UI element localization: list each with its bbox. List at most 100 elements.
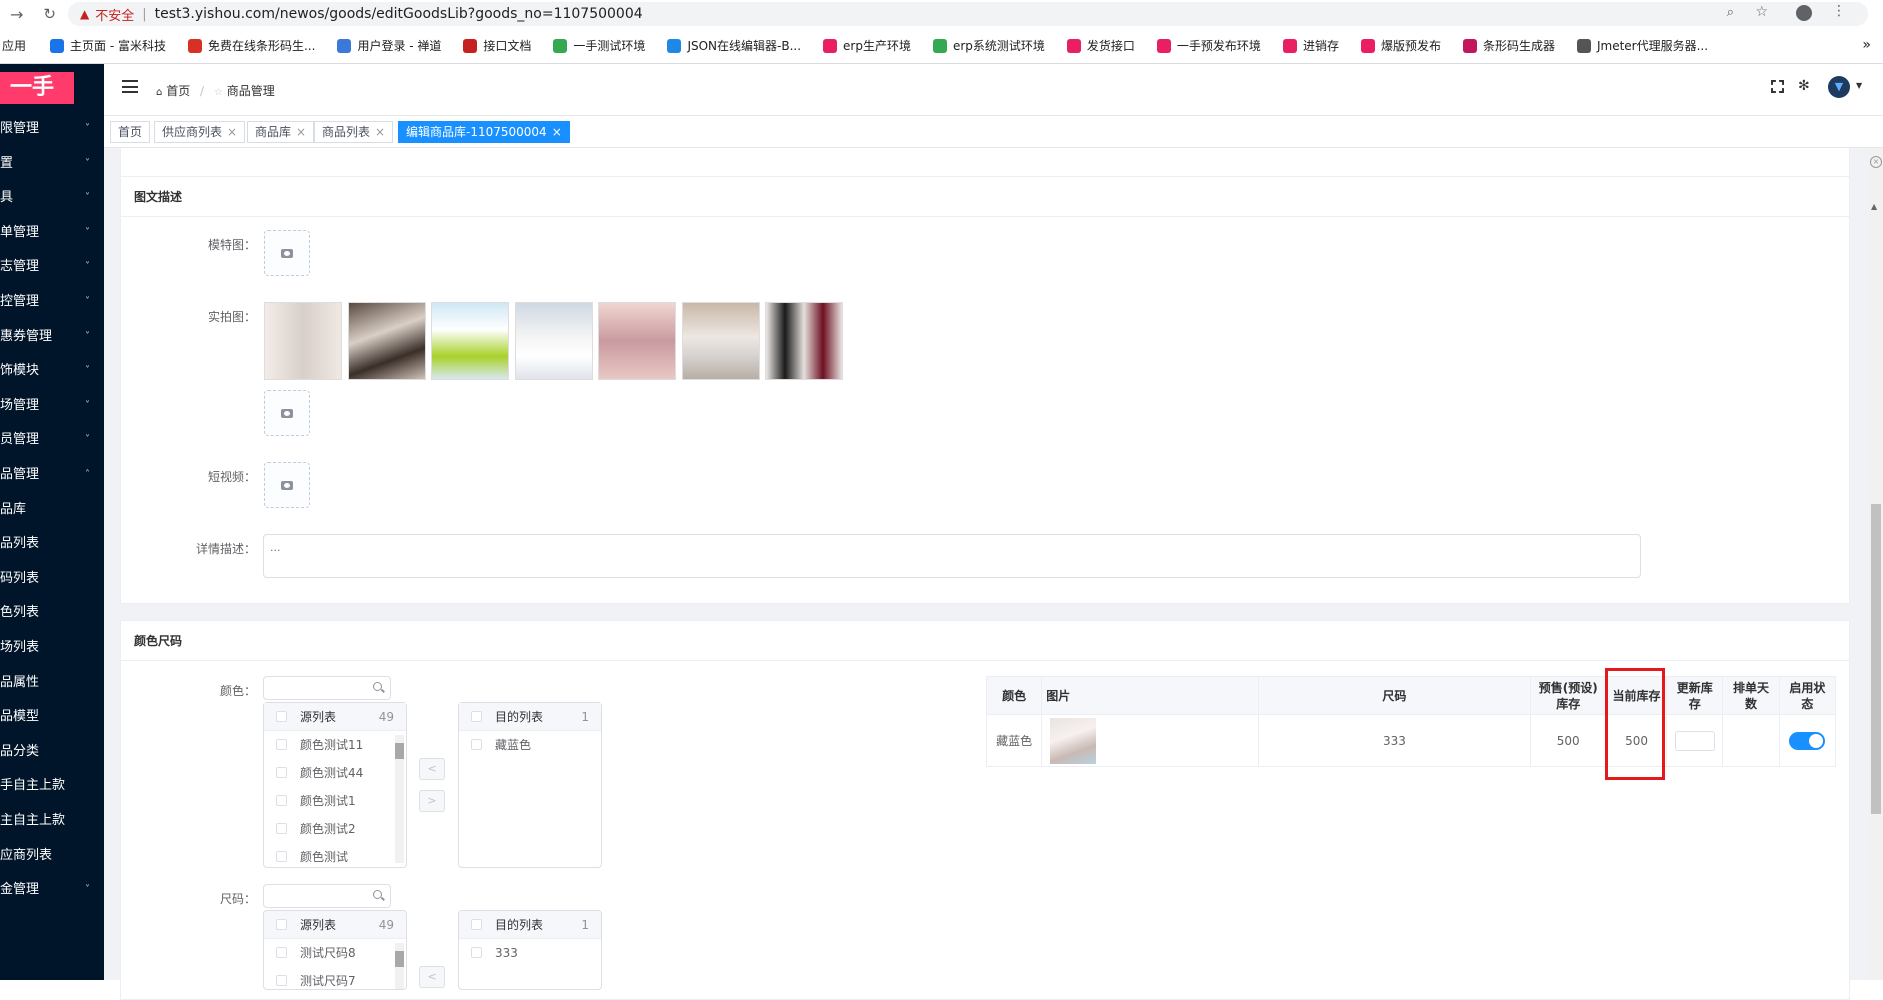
sku-thumbnail[interactable]: [1050, 717, 1097, 764]
product-photo[interactable]: [598, 302, 676, 380]
reload-icon[interactable]: ↻: [43, 5, 56, 23]
size-target-checkall[interactable]: [471, 919, 482, 930]
more-bookmarks-icon[interactable]: »: [1862, 37, 1871, 53]
zoom-icon[interactable]: ⌕: [1727, 5, 1734, 20]
url-text[interactable]: test3.yishou.com/newos/goods/editGoodsLi…: [155, 6, 643, 22]
sidebar-item[interactable]: 应商列表: [0, 839, 104, 873]
tab-item[interactable]: 编辑商品库-1107500004 ×: [398, 121, 570, 143]
close-icon[interactable]: ×: [227, 125, 237, 139]
bookmark-item[interactable]: 主页面 - 富米科技: [50, 37, 166, 54]
checkbox[interactable]: [276, 739, 287, 750]
sidebar-item[interactable]: 员管理 ˅: [0, 423, 104, 457]
color-target-checkall[interactable]: [471, 711, 482, 722]
scrollbar-thumb[interactable]: [1871, 504, 1881, 814]
bookmark-item[interactable]: erp生产环境: [823, 37, 911, 54]
sidebar-item[interactable]: 码列表: [0, 562, 104, 596]
close-icon[interactable]: ×: [296, 125, 306, 139]
star-icon[interactable]: ☆: [1755, 4, 1768, 20]
sidebar-item[interactable]: 控管理 ˅: [0, 285, 104, 319]
checkbox[interactable]: [471, 739, 482, 750]
scrollbar[interactable]: [395, 943, 404, 989]
bookmark-item[interactable]: 一手预发布环境: [1156, 37, 1261, 54]
profile-icon[interactable]: [1796, 5, 1812, 21]
fullscreen-icon[interactable]: [1771, 80, 1784, 93]
size-source-checkall[interactable]: [276, 919, 287, 930]
bookmark-item[interactable]: 条形码生成器: [1462, 37, 1555, 54]
transfer-left-button[interactable]: <: [419, 758, 445, 780]
sidebar-item[interactable]: 场列表: [0, 631, 104, 665]
product-photo[interactable]: [431, 302, 509, 380]
sidebar-item[interactable]: 品管理 ˄: [0, 458, 104, 492]
checkbox[interactable]: [276, 795, 287, 806]
sidebar-item[interactable]: 品属性: [0, 666, 104, 700]
color-search-input[interactable]: [263, 676, 391, 700]
color-source-checkall[interactable]: [276, 711, 287, 722]
sidebar-item[interactable]: 主自主上款: [0, 804, 104, 838]
bug-icon[interactable]: ✻: [1798, 78, 1810, 94]
list-item[interactable]: 颜色测试: [264, 843, 406, 871]
list-item[interactable]: 测试尺码7: [264, 967, 406, 989]
sidebar-item[interactable]: 金管理 ˅: [0, 873, 104, 907]
product-photo[interactable]: [681, 302, 760, 380]
bookmark-item[interactable]: JSON在线编辑器-B...: [667, 37, 801, 54]
scrollbar[interactable]: [395, 735, 404, 863]
list-item[interactable]: 颜色测试1: [264, 787, 406, 815]
product-photo[interactable]: [264, 302, 342, 380]
checkbox[interactable]: [276, 823, 287, 834]
checkbox[interactable]: [471, 947, 482, 958]
product-photo[interactable]: [347, 302, 426, 380]
sidebar-item[interactable]: 具 ˅: [0, 181, 104, 215]
sidebar-item[interactable]: 置 ˅: [0, 147, 104, 181]
hamburger-icon[interactable]: [122, 80, 138, 93]
sidebar-item[interactable]: 品模型: [0, 700, 104, 734]
real-image-upload[interactable]: [264, 390, 310, 436]
kebab-menu-icon[interactable]: ⋮: [1832, 3, 1846, 19]
breadcrumb-home[interactable]: 首页: [166, 84, 190, 98]
bookmark-item[interactable]: 爆版预发布: [1360, 37, 1441, 54]
checkbox[interactable]: [276, 767, 287, 778]
sidebar-item[interactable]: 志管理 ˅: [0, 250, 104, 284]
detail-textarea[interactable]: [263, 534, 1641, 578]
checkbox[interactable]: [276, 947, 287, 958]
sidebar-item[interactable]: 手自主上款: [0, 769, 104, 803]
transfer-right-button[interactable]: >: [419, 790, 445, 812]
list-item[interactable]: 333: [459, 939, 601, 967]
list-item[interactable]: 颜色测试44: [264, 759, 406, 787]
tab-item[interactable]: 首页: [110, 121, 151, 143]
list-item[interactable]: 测试尺码8: [264, 939, 406, 967]
user-avatar[interactable]: ▼: [1828, 76, 1850, 98]
size-search-input[interactable]: [263, 884, 391, 908]
bookmark-item[interactable]: 进销存: [1282, 37, 1339, 54]
bookmark-item[interactable]: 免费在线条形码生...: [187, 37, 315, 54]
list-item[interactable]: 颜色测试2: [264, 815, 406, 843]
avatar-dropdown-icon[interactable]: ▼: [1856, 81, 1862, 90]
close-circle-icon[interactable]: ×: [1870, 156, 1882, 168]
bookmark-item[interactable]: 应用: [2, 37, 26, 54]
bookmark-item[interactable]: Jmeter代理服务器...: [1576, 37, 1708, 54]
bookmark-item[interactable]: erp系统测试环境: [932, 37, 1045, 54]
bookmark-item[interactable]: 接口文档: [463, 37, 531, 54]
omnibox[interactable]: ▲ 不安全 | test3.yishou.com/newos/goods/edi…: [68, 2, 1868, 26]
bookmark-item[interactable]: 发货接口: [1066, 37, 1135, 54]
model-image-upload[interactable]: [264, 230, 310, 276]
product-photo[interactable]: [765, 302, 843, 380]
sidebar-item[interactable]: 品列表: [0, 527, 104, 561]
tab-item[interactable]: 商品列表 ×: [314, 121, 394, 143]
sidebar-item[interactable]: 色列表: [0, 596, 104, 630]
update-stock-input[interactable]: [1674, 730, 1715, 751]
checkbox[interactable]: [276, 851, 287, 862]
sidebar-item[interactable]: 单管理 ˅: [0, 216, 104, 250]
enable-switch[interactable]: [1789, 731, 1826, 750]
list-item[interactable]: 颜色测试11: [264, 731, 406, 759]
sidebar-item[interactable]: 品分类: [0, 735, 104, 769]
bookmark-item[interactable]: 用户登录 - 禅道: [337, 37, 441, 54]
video-upload[interactable]: [264, 462, 310, 508]
sidebar-item[interactable]: 场管理 ˅: [0, 389, 104, 423]
close-icon[interactable]: ×: [375, 125, 385, 139]
close-icon[interactable]: ×: [552, 125, 562, 139]
list-item[interactable]: 藏蓝色: [459, 731, 601, 759]
sidebar-item[interactable]: 饰模块 ˅: [0, 354, 104, 388]
product-photo[interactable]: [514, 302, 593, 380]
sidebar-item[interactable]: 品库: [0, 493, 104, 527]
checkbox[interactable]: [276, 975, 287, 986]
